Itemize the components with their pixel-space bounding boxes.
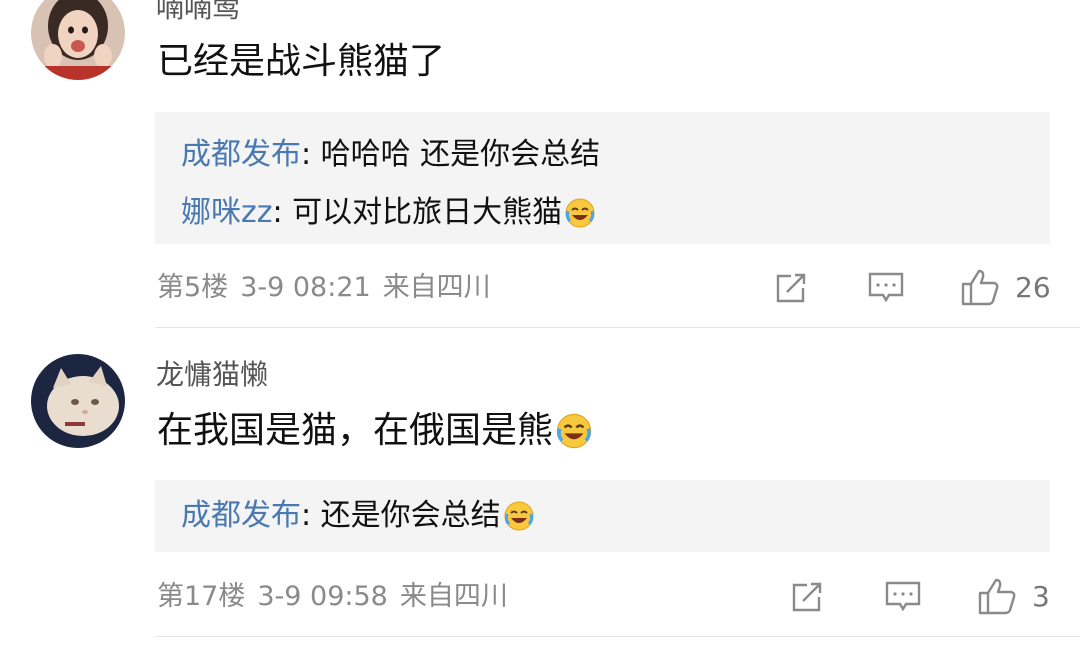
timestamp: 3-9 08:21: [240, 272, 371, 303]
like-count: 26: [1015, 271, 1051, 304]
floor-number: 第5楼: [157, 272, 229, 303]
reply-item[interactable]: 成都发布 : 还是你会总结: [181, 497, 535, 535]
reply-author[interactable]: 成都发布: [181, 136, 301, 174]
like-count: 3: [1032, 580, 1050, 613]
laughing-crying-emoji: [555, 412, 593, 450]
comment-content: 在我国是猫，在俄国是熊: [157, 409, 593, 453]
comment-username[interactable]: 喃喃莺: [156, 0, 240, 24]
reply-author[interactable]: 娜咪zz: [181, 194, 273, 232]
share-icon[interactable]: [773, 270, 809, 306]
comment-username[interactable]: 龙慵猫懒: [156, 359, 268, 391]
reply-item[interactable]: 成都发布 : 哈哈哈 还是你会总结: [181, 136, 600, 174]
timestamp: 3-9 09:58: [257, 581, 388, 612]
avatar[interactable]: [31, 0, 125, 80]
reply-text: 还是你会总结: [311, 498, 501, 533]
reply-separator: :: [272, 195, 283, 230]
reply-separator: :: [301, 137, 312, 172]
share-icon[interactable]: [789, 579, 825, 615]
reply-box[interactable]: 成都发布 : 哈哈哈 还是你会总结 娜咪zz : 可以对比旅日大熊猫: [155, 112, 1050, 244]
comment-icon[interactable]: [867, 270, 905, 306]
comment-meta: 第17楼 3-9 09:58 来自四川: [157, 581, 520, 613]
comment-meta: 第5楼 3-9 08:21 来自四川: [157, 272, 503, 304]
comment-content: 已经是战斗熊猫了: [157, 40, 445, 84]
reply-box[interactable]: 成都发布 : 还是你会总结: [155, 480, 1050, 552]
reply-author[interactable]: 成都发布: [181, 497, 301, 535]
reply-item[interactable]: 娜咪zz : 可以对比旅日大熊猫: [181, 194, 596, 232]
avatar[interactable]: [31, 354, 125, 448]
comment-text: 已经是战斗熊猫了: [157, 41, 446, 82]
divider: [155, 327, 1080, 328]
reply-separator: :: [301, 498, 312, 533]
floor-number: 第17楼: [157, 581, 246, 612]
divider: [155, 636, 1080, 637]
comment-text: 在我国是猫，在俄国是熊: [157, 410, 554, 451]
laughing-crying-emoji: [503, 500, 535, 532]
reply-text: 哈哈哈 还是你会总结: [311, 137, 601, 172]
location: 来自四川: [382, 272, 491, 303]
reply-text: 可以对比旅日大熊猫: [282, 195, 563, 230]
location: 来自四川: [399, 581, 508, 612]
comment-icon[interactable]: [884, 579, 922, 615]
thumbs-up-icon[interactable]: [977, 576, 1017, 616]
thumbs-up-icon[interactable]: [960, 267, 1000, 307]
laughing-crying-emoji: [564, 197, 596, 229]
